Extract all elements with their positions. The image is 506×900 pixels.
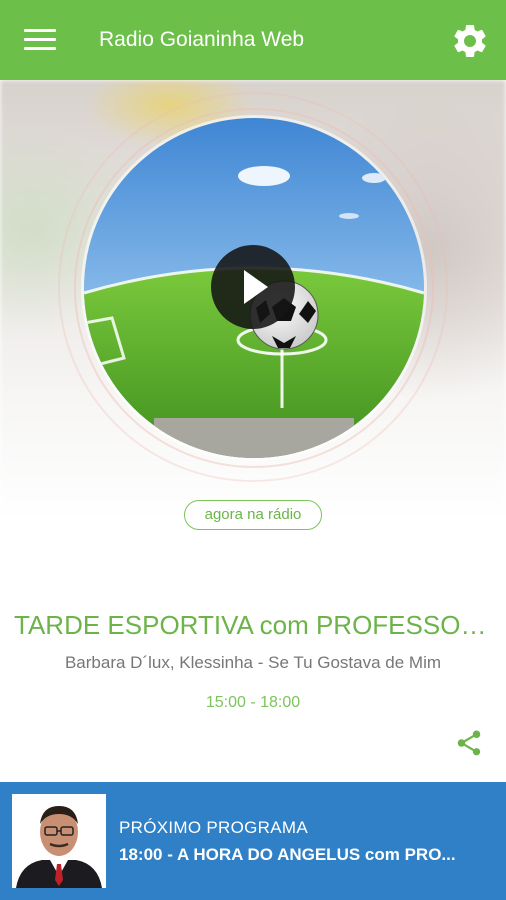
next-program-bar[interactable]: PRÓXIMO PROGRAMA 18:00 - A HORA DO ANGEL… [0, 782, 506, 900]
app-bar: Radio Goianinha Web [0, 0, 506, 80]
now-playing-hero [0, 80, 506, 520]
share-icon[interactable] [454, 728, 484, 758]
track-info: Barbara D´lux, Klessinha - Se Tu Gostava… [64, 653, 442, 672]
gear-icon[interactable] [450, 21, 490, 61]
app-title: Radio Goianinha Web [99, 28, 305, 51]
program-title: TARDE ESPORTIVA com PROFESSOR... [14, 610, 496, 640]
next-program-label: PRÓXIMO PROGRAMA [119, 818, 308, 837]
hamburger-menu-icon[interactable] [24, 29, 56, 51]
play-icon[interactable] [211, 245, 295, 329]
presenter-photo [12, 794, 106, 888]
next-program-title: 18:00 - A HORA DO ANGELUS com PRO... [119, 845, 456, 864]
now-on-air-badge: agora na rádio [184, 500, 322, 530]
program-time: 15:00 - 18:00 [205, 694, 301, 711]
